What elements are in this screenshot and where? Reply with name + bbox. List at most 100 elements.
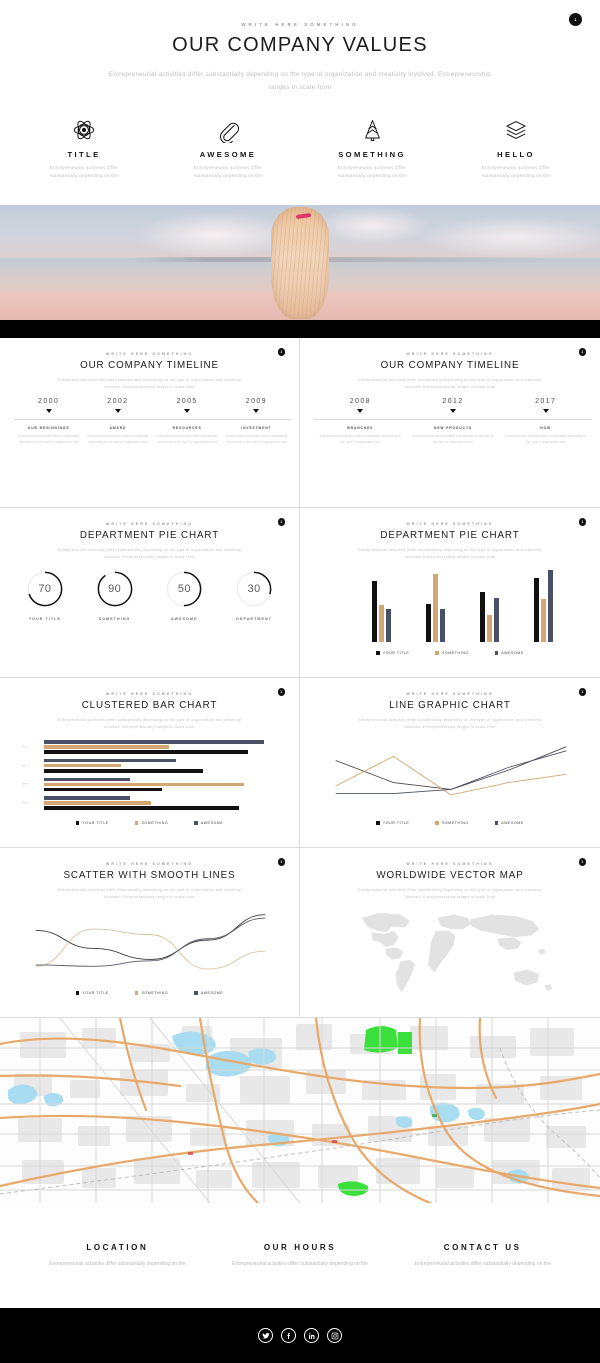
- timeline-axis-line: [314, 419, 592, 420]
- slide-subcopy: Entrepreneurial activities differ substa…: [57, 548, 242, 559]
- slide-number-badge: 1: [277, 518, 285, 526]
- donut-item: 90 SOMETHING: [80, 570, 150, 621]
- slide-number-badge: 1: [277, 688, 285, 696]
- timeline-axis-line: [14, 419, 291, 420]
- slide-eyebrow: WRITE HERE SOMETHING: [406, 862, 494, 866]
- legend-item: YOUR TITLE: [75, 991, 109, 995]
- feature-item-title[interactable]: TITLE Entrepreneurial activities differ …: [12, 115, 156, 180]
- bar: [44, 768, 203, 773]
- smooth-line-series: [36, 915, 266, 960]
- bar-group: [409, 568, 463, 642]
- donut-ring: 70: [26, 570, 64, 608]
- pine-tree-icon: [300, 115, 444, 145]
- timeline-right-slide: 1 WRITE HERE SOMETHING OUR COMPANY TIMEL…: [300, 338, 600, 508]
- bar: [486, 614, 492, 642]
- contact-desc: Entrepreneurial activities differ substa…: [231, 1260, 369, 1267]
- donut-value: 90: [108, 583, 122, 595]
- timeline-marker-icon: [114, 409, 121, 413]
- bar-group: [463, 568, 517, 642]
- line-series: [336, 751, 567, 794]
- continents: [361, 912, 553, 993]
- vertical-bar-chart: [355, 568, 570, 642]
- timeline-entry-label: RESOURCES: [172, 426, 202, 430]
- legend-swatch: [494, 821, 499, 825]
- facebook-icon[interactable]: [281, 1328, 296, 1343]
- hero-slide: 1 WRITE HERE SOMETHING OUR COMPANY VALUE…: [0, 0, 600, 205]
- donut-label: SOMETHING: [98, 617, 131, 621]
- legend-label: YOUR TITLE: [382, 651, 410, 655]
- legend-label: AWESOME: [501, 651, 524, 655]
- legend-label: SOMETHING: [441, 821, 469, 825]
- timeline-year: 2002: [107, 398, 129, 405]
- contact-title: CONTACT US: [443, 1242, 522, 1252]
- donut-ring: 90: [96, 570, 134, 608]
- timeline-entry-label: INVESTMENT: [241, 426, 272, 430]
- page-title: OUR COMPANY VALUES: [172, 34, 428, 56]
- donut-label: AWESOME: [171, 617, 198, 621]
- bar: [386, 609, 392, 642]
- scatter-smooth-plot: [20, 903, 281, 985]
- chart-legend: YOUR TITLE SOMETHING AWESOME: [0, 991, 299, 995]
- timeline-markers: [314, 409, 592, 413]
- contact-title: OUR HOURS: [263, 1242, 337, 1252]
- chart-legend: YOUR TITLE SOMETHING AWESOME: [0, 821, 299, 825]
- linkedin-icon[interactable]: [304, 1328, 319, 1343]
- timeline-entry-text: Entrepreneurial activities differ substa…: [412, 434, 494, 444]
- slide-row-scatter-map: 1 WRITE HERE SOMETHING SCATTER WITH SMOO…: [0, 848, 600, 1018]
- timeline-entry-label: NOW: [540, 426, 552, 430]
- feature-item-awesome[interactable]: AWESOME Entrepreneurial activities diffe…: [156, 115, 300, 180]
- timeline-axis: [14, 409, 291, 421]
- legend-label: YOUR TITLE: [382, 821, 410, 825]
- location-road-map[interactable]: [0, 1018, 600, 1203]
- donut-label: YOUR TITLE: [28, 617, 62, 621]
- timeline-marker-icon: [542, 409, 549, 413]
- legend-item: YOUR TITLE: [376, 651, 409, 655]
- legend-item: AWESOME: [194, 821, 223, 825]
- donut-value: 70: [38, 583, 52, 595]
- timeline-markers: [14, 409, 291, 413]
- bar: [44, 758, 176, 763]
- legend-swatch: [435, 651, 439, 655]
- feature-item-hello[interactable]: HELLO Entrepreneurial activities differ …: [444, 115, 588, 180]
- twitter-icon[interactable]: [258, 1328, 273, 1343]
- legend-label: AWESOME: [200, 821, 224, 825]
- bar: [493, 597, 499, 642]
- feature-item-something[interactable]: SOMETHING Entrepreneurial activities dif…: [300, 115, 444, 180]
- legend-item: AWESOME: [494, 821, 524, 825]
- hero-photo-band: [0, 205, 600, 320]
- slide-title: OUR COMPANY TIMELINE: [80, 360, 219, 371]
- timeline-year: 2017: [535, 398, 557, 405]
- timeline-entry-label: BRANCHES: [347, 426, 374, 430]
- timeline-entry-text: Entrepreneurial activities differ substa…: [319, 434, 402, 444]
- timeline-marker-icon: [450, 409, 456, 413]
- feature-desc: Entrepreneurial activities differ substa…: [49, 165, 119, 179]
- donut-value: 30: [247, 583, 261, 595]
- bar: [547, 570, 553, 642]
- bar: [44, 787, 163, 792]
- timeline-entries: BRANCHES Entrepreneurial activities diff…: [314, 426, 592, 446]
- legend-swatch: [134, 821, 139, 825]
- legend-item: YOUR TITLE: [75, 821, 109, 825]
- timeline-entry: RESOURCES Entrepreneurial activities dif…: [153, 426, 222, 446]
- slide-eyebrow: WRITE HERE SOMETHING: [406, 352, 494, 356]
- donut-item: 30 DEPARTMENT: [219, 570, 289, 621]
- slide-row-pie-bar: 1 WRITE HERE SOMETHING DEPARTMENT PIE CH…: [0, 508, 600, 678]
- photo-color-wash: [0, 205, 600, 320]
- feature-title: TITLE: [67, 150, 101, 160]
- instagram-icon[interactable]: [327, 1328, 342, 1343]
- slide-subcopy: Entrepreneurial activities differ substa…: [57, 888, 242, 899]
- legend-item: SOMETHING: [134, 821, 168, 825]
- slide-row-timelines: 1 WRITE HERE SOMETHING OUR COMPANY TIMEL…: [0, 338, 600, 508]
- slide-subcopy: Entrepreneurial activities differ substa…: [57, 378, 242, 389]
- bar: [372, 581, 378, 642]
- legend-label: YOUR TITLE: [82, 991, 109, 995]
- timeline-entry: OUR BEGINNINGS Entrepreneurial activitie…: [14, 426, 83, 446]
- legend-swatch: [494, 651, 499, 655]
- contact-column-hours: OUR HOURS Entrepreneurial activities dif…: [209, 1243, 392, 1269]
- bar: [44, 806, 240, 811]
- timeline-left-slide: 1 WRITE HERE SOMETHING OUR COMPANY TIMEL…: [0, 338, 300, 508]
- donut-item: 50 AWESOME: [150, 570, 220, 621]
- legend-label: SOMETHING: [141, 991, 169, 995]
- bar-group-label: Item 3: [22, 782, 30, 786]
- timeline-entry-label: OUR BEGINNINGS: [27, 426, 70, 430]
